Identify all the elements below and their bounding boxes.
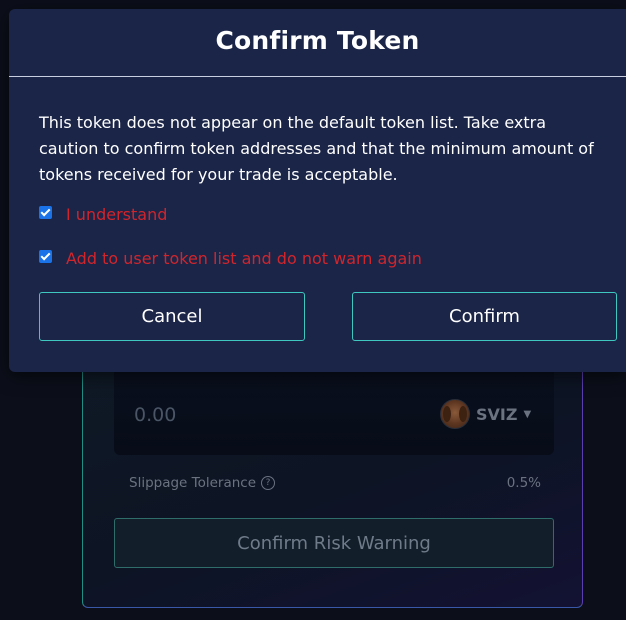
slippage-row: Slippage Tolerance ? 0.5% <box>129 475 541 491</box>
add-to-list-checkbox-row[interactable]: Add to user token list and do not warn a… <box>39 249 422 268</box>
warning-message: This token does not appear on the defaul… <box>39 113 594 184</box>
modal-title: Confirm Token <box>215 26 420 55</box>
confirm-risk-warning-button[interactable]: Confirm Risk Warning <box>114 518 554 568</box>
token-symbol: SVIZ <box>476 404 518 424</box>
confirm-token-modal: Confirm Token This token does not appear… <box>9 9 626 372</box>
cancel-button[interactable]: Cancel <box>39 292 305 341</box>
token-selector[interactable]: SVIZ ▼ <box>440 399 531 429</box>
amount-input[interactable]: 0.00 <box>134 404 176 426</box>
modal-divider <box>9 76 626 77</box>
add-to-list-label: Add to user token list and do not warn a… <box>66 249 422 268</box>
token-avatar-icon <box>440 399 470 429</box>
slippage-value: 0.5% <box>506 475 541 491</box>
understand-checkbox-row[interactable]: I understand <box>39 205 167 224</box>
slippage-label-group: Slippage Tolerance ? <box>129 475 276 491</box>
understand-checkbox[interactable] <box>39 206 52 219</box>
add-to-list-checkbox[interactable] <box>39 250 52 263</box>
confirm-button[interactable]: Confirm <box>352 292 617 341</box>
question-circle-icon[interactable]: ? <box>261 476 276 490</box>
understand-label: I understand <box>66 205 168 224</box>
caret-down-icon: ▼ <box>523 408 532 420</box>
slippage-label: Slippage Tolerance <box>129 475 257 491</box>
